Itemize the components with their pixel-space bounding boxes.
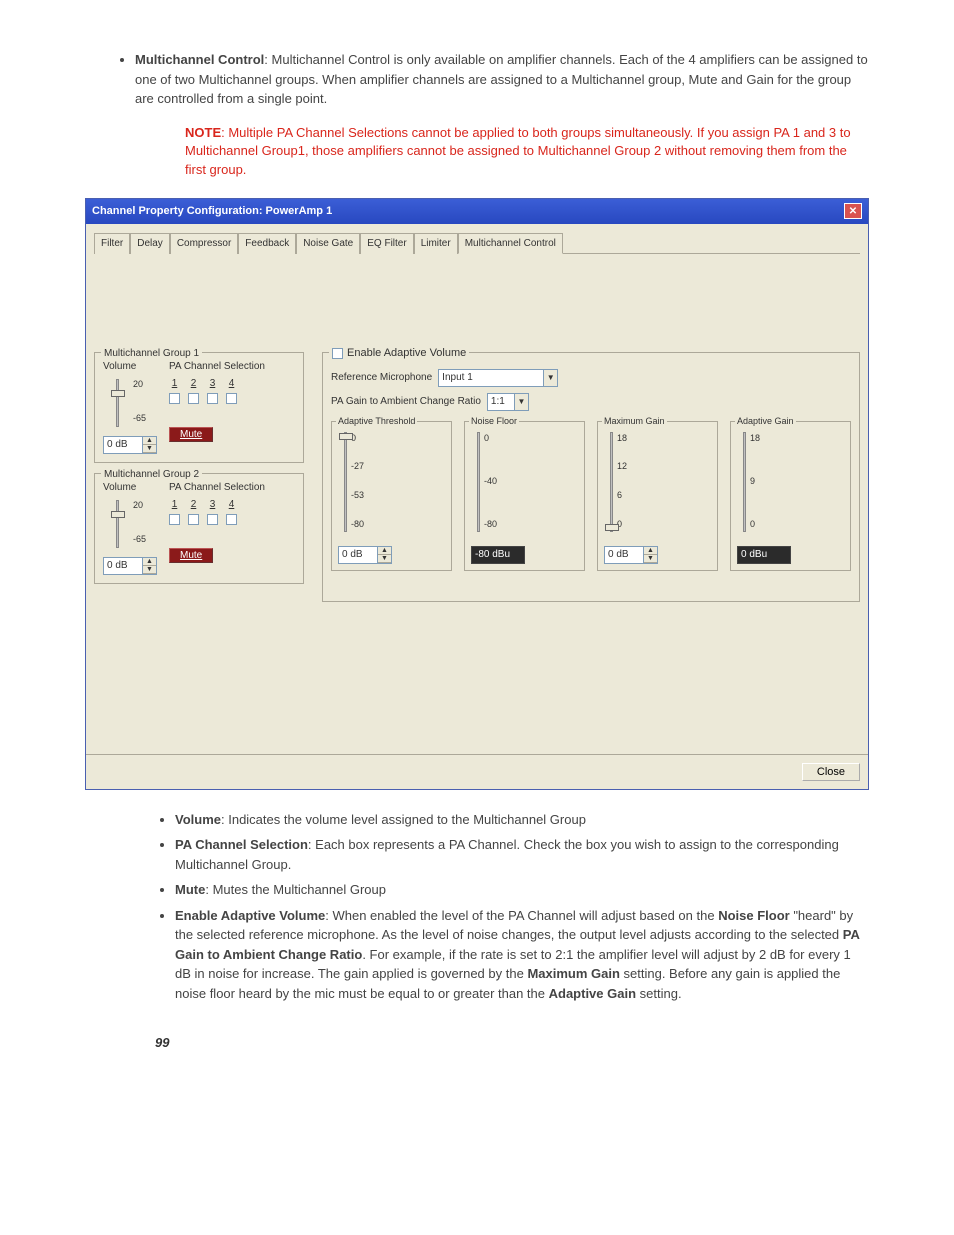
spin-up-icon[interactable]: ▲ xyxy=(143,437,156,445)
group1-volume-slider[interactable] xyxy=(103,376,131,432)
chevron-down-icon: ▼ xyxy=(543,370,557,386)
maximum-gain-input[interactable]: 0 dB ▲▼ xyxy=(604,546,658,564)
adaptive-threshold-input[interactable]: 0 dB ▲▼ xyxy=(338,546,392,564)
noise-floor-group: Noise Floor 0 -40 -80 -80 dBu xyxy=(464,421,585,571)
group1-mute-button[interactable]: Mute xyxy=(169,427,213,442)
ratio-label: PA Gain to Ambient Change Ratio xyxy=(331,394,481,409)
tab-filter[interactable]: Filter xyxy=(94,233,130,254)
group2-volume-value: 0 dB xyxy=(104,558,142,573)
spin-down-icon[interactable]: ▼ xyxy=(143,445,156,453)
noise-floor-meter xyxy=(477,432,480,532)
ref-mic-label: Reference Microphone xyxy=(331,370,432,385)
chevron-down-icon: ▼ xyxy=(514,394,528,410)
noise-floor-title: Noise Floor xyxy=(469,415,519,429)
group1-pa-label: PA Channel Selection xyxy=(169,359,265,374)
maximum-gain-title: Maximum Gain xyxy=(602,415,667,429)
group1-tick-bot: -65 xyxy=(133,412,146,426)
tab-multichannel-control[interactable]: Multichannel Control xyxy=(458,233,563,254)
g2-ch4-checkbox[interactable] xyxy=(226,514,237,525)
adaptive-gain-readout: 0 dBu xyxy=(737,546,791,564)
tab-compressor[interactable]: Compressor xyxy=(170,233,238,254)
group1-volume-input[interactable]: 0 dB ▲▼ xyxy=(103,436,157,454)
group1-volume-value: 0 dB xyxy=(104,437,142,452)
ref-mic-value: Input 1 xyxy=(442,370,473,385)
adaptive-gain-meter xyxy=(743,432,746,532)
group2-title: Multichannel Group 2 xyxy=(101,467,202,482)
g2-ch2-label: 2 xyxy=(188,497,199,512)
g1-ch1-checkbox[interactable] xyxy=(169,393,180,404)
g1-ch3-checkbox[interactable] xyxy=(207,393,218,404)
spin-up-icon[interactable]: ▲ xyxy=(143,558,156,566)
adaptive-gain-group: Adaptive Gain 18 9 0 0 dBu xyxy=(730,421,851,571)
channel-property-dialog: Channel Property Configuration: PowerAmp… xyxy=(85,198,869,790)
dialog-body: Multichannel Group 1 Volume 20 -65 xyxy=(86,254,868,754)
g2-ch4-label: 4 xyxy=(226,497,237,512)
multichannel-group-1: Multichannel Group 1 Volume 20 -65 xyxy=(94,352,304,463)
group2-volume-slider[interactable] xyxy=(103,497,131,553)
ratio-value: 1:1 xyxy=(491,394,505,409)
group2-volume-label: Volume xyxy=(103,480,157,495)
group2-tick-top: 20 xyxy=(133,499,146,513)
adaptive-threshold-slider[interactable] xyxy=(344,432,347,532)
dialog-title-text: Channel Property Configuration: PowerAmp… xyxy=(92,203,332,220)
tab-feedback[interactable]: Feedback xyxy=(238,233,296,254)
group2-volume-input[interactable]: 0 dB ▲▼ xyxy=(103,557,157,575)
group2-pa-label: PA Channel Selection xyxy=(169,480,265,495)
tab-eq-filter[interactable]: EQ Filter xyxy=(360,233,413,254)
adaptive-threshold-title: Adaptive Threshold xyxy=(336,415,417,429)
ref-mic-dropdown[interactable]: Input 1 ▼ xyxy=(438,369,558,387)
g2-ch3-label: 3 xyxy=(207,497,218,512)
g1-ch4-checkbox[interactable] xyxy=(226,393,237,404)
desc-pa: PA Channel Selection: Each box represent… xyxy=(175,835,869,874)
intro-label: Multichannel Control xyxy=(135,52,264,67)
g1-ch2-checkbox[interactable] xyxy=(188,393,199,404)
adaptive-threshold-group: Adaptive Threshold 0 -27 -53 -80 xyxy=(331,421,452,571)
g2-ch3-checkbox[interactable] xyxy=(207,514,218,525)
maximum-gain-slider[interactable] xyxy=(610,432,613,532)
tab-strip: Filter Delay Compressor Feedback Noise G… xyxy=(94,232,860,254)
tab-delay[interactable]: Delay xyxy=(130,233,170,254)
g2-ch1-label: 1 xyxy=(169,497,180,512)
adaptive-gain-title: Adaptive Gain xyxy=(735,415,796,429)
note-text: : Multiple PA Channel Selections cannot … xyxy=(185,125,851,178)
dialog-titlebar: Channel Property Configuration: PowerAmp… xyxy=(86,199,868,224)
group2-mute-button[interactable]: Mute xyxy=(169,548,213,563)
tab-limiter[interactable]: Limiter xyxy=(414,233,458,254)
dialog-footer: Close xyxy=(86,754,868,789)
group2-tick-bot: -65 xyxy=(133,533,146,547)
page-number: 99 xyxy=(155,1033,869,1053)
g1-ch1-label: 1 xyxy=(169,376,180,391)
desc-eav: Enable Adaptive Volume: When enabled the… xyxy=(175,906,869,1004)
g2-ch1-checkbox[interactable] xyxy=(169,514,180,525)
noise-floor-readout: -80 dBu xyxy=(471,546,525,564)
desc-volume: Volume: Indicates the volume level assig… xyxy=(175,810,869,830)
g1-ch4-label: 4 xyxy=(226,376,237,391)
multichannel-group-2: Multichannel Group 2 Volume 20 -65 xyxy=(94,473,304,584)
close-button[interactable]: Close xyxy=(802,763,860,781)
ratio-dropdown[interactable]: 1:1 ▼ xyxy=(487,393,529,411)
group1-title: Multichannel Group 1 xyxy=(101,346,202,361)
g1-ch3-label: 3 xyxy=(207,376,218,391)
group1-volume-label: Volume xyxy=(103,359,157,374)
note-paragraph: NOTE: Multiple PA Channel Selections can… xyxy=(185,124,869,181)
group1-tick-top: 20 xyxy=(133,378,146,392)
intro-bullet: Multichannel Control: Multichannel Contr… xyxy=(135,50,869,109)
spin-down-icon[interactable]: ▼ xyxy=(143,566,156,574)
g2-ch2-checkbox[interactable] xyxy=(188,514,199,525)
close-icon[interactable]: ✕ xyxy=(844,203,862,219)
eav-title: Enable Adaptive Volume xyxy=(347,345,466,362)
maximum-gain-group: Maximum Gain 18 12 6 0 xyxy=(597,421,718,571)
g1-ch2-label: 2 xyxy=(188,376,199,391)
desc-mute: Mute: Mutes the Multichannel Group xyxy=(175,880,869,900)
enable-adaptive-volume-group: Enable Adaptive Volume Reference Microph… xyxy=(322,352,860,602)
tab-noise-gate[interactable]: Noise Gate xyxy=(296,233,360,254)
enable-adaptive-volume-checkbox[interactable] xyxy=(332,348,343,359)
note-label: NOTE xyxy=(185,125,221,140)
